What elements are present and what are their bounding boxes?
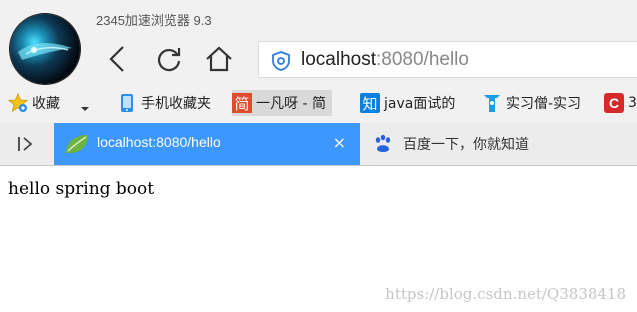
bookmark-zhihu[interactable]: 知 java面试的 bbox=[360, 90, 455, 116]
home-icon bbox=[206, 46, 232, 72]
page-body-text: hello spring boot bbox=[8, 179, 155, 199]
bookmarks-bar: 收藏 手机收藏夹 简 一凡呀 - 简 知 java面试的 实习僧-实习 C 3 bbox=[0, 88, 637, 118]
url-path: :8080/hello bbox=[376, 49, 469, 70]
back-arrow-icon bbox=[109, 46, 124, 72]
reload-icon bbox=[157, 48, 181, 72]
close-tab-icon[interactable]: × bbox=[333, 133, 346, 152]
page-content: hello spring boot https://blog.csdn.net/… bbox=[0, 166, 637, 312]
address-bar[interactable]: localhost:8080/hello bbox=[258, 41, 637, 78]
bookmark-favorites-label: 收藏 bbox=[32, 96, 60, 112]
shixiseng-icon bbox=[482, 93, 502, 113]
app-title: 2345加速浏览器 9.3 bbox=[96, 13, 212, 28]
sidebar-toggle-icon[interactable] bbox=[16, 135, 36, 157]
jianshu-icon: 简 bbox=[232, 93, 252, 113]
zhihu-icon: 知 bbox=[360, 93, 380, 113]
bookmark-mobile-favorites[interactable]: 手机收藏夹 bbox=[117, 90, 211, 116]
bookmark-extra-label: 3 bbox=[628, 95, 637, 111]
back-button[interactable] bbox=[103, 44, 133, 74]
csdn-icon: C bbox=[604, 93, 624, 113]
bookmark-shixiseng[interactable]: 实习僧-实习 bbox=[482, 90, 581, 116]
browser-chrome: 2345加速浏览器 9.3 localhost:8080/hello 收藏 手机… bbox=[0, 0, 637, 123]
tab-localhost[interactable]: localhost:8080/hello × bbox=[54, 123, 360, 165]
spring-leaf-icon bbox=[64, 133, 90, 159]
reload-button[interactable] bbox=[154, 44, 184, 74]
star-icon bbox=[8, 93, 28, 113]
url-host: localhost bbox=[301, 49, 376, 70]
security-shield-icon[interactable] bbox=[271, 51, 291, 75]
tab-title: localhost:8080/hello bbox=[97, 134, 221, 150]
bookmark-extra[interactable]: C 3 bbox=[604, 90, 637, 116]
bookmark-favorites[interactable]: 收藏 bbox=[8, 90, 60, 116]
tab-baidu[interactable]: 百度一下，你就知道 bbox=[360, 123, 637, 165]
tab-strip: localhost:8080/hello × 百度一下，你就知道 bbox=[0, 123, 637, 166]
bookmark-jianshu-label: 一凡呀 - 简 bbox=[256, 96, 326, 112]
bookmark-shixiseng-label: 实习僧-实习 bbox=[506, 96, 582, 112]
phone-icon bbox=[117, 93, 137, 113]
bookmark-mobile-label: 手机收藏夹 bbox=[141, 96, 211, 112]
tab-title: 百度一下，你就知道 bbox=[403, 137, 529, 153]
bookmark-zhihu-label: java面试的 bbox=[384, 96, 456, 112]
chevron-down-icon[interactable] bbox=[80, 98, 90, 117]
bookmark-jianshu[interactable]: 简 一凡呀 - 简 bbox=[232, 90, 332, 116]
browser-logo[interactable] bbox=[10, 14, 80, 84]
home-button[interactable] bbox=[204, 44, 234, 74]
baidu-paw-icon bbox=[373, 134, 393, 158]
watermark-text: https://blog.csdn.net/Q3838418 bbox=[385, 285, 626, 303]
url-text[interactable]: localhost:8080/hello bbox=[301, 49, 469, 71]
